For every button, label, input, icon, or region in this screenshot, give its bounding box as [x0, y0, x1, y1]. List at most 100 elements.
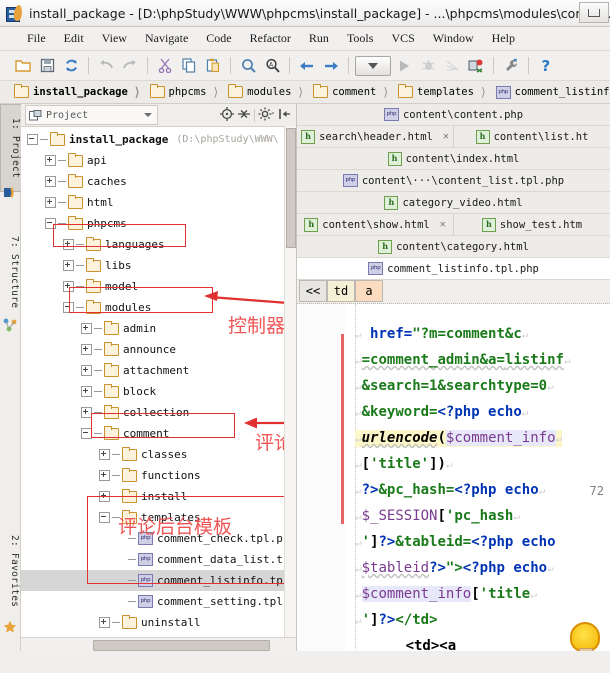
scrollbar-thumb[interactable] — [93, 640, 270, 651]
collapse-toggle-icon[interactable] — [81, 428, 92, 439]
project-vertical-scrollbar[interactable] — [284, 126, 296, 638]
tree-node-api[interactable]: api — [21, 150, 296, 171]
expand-toggle-icon[interactable] — [45, 155, 56, 166]
tree-node-block[interactable]: block — [21, 381, 296, 402]
help-icon[interactable]: ? — [535, 55, 557, 77]
menu-view[interactable]: View — [93, 29, 136, 48]
breadcrumb-comment_listinfo[interactable]: php comment_listinfo.tpl.php — [492, 81, 610, 103]
copy-icon[interactable] — [178, 55, 200, 77]
sidebar-item-favorites[interactable]: 2: Favorites — [0, 519, 20, 623]
editor-tab-row-7[interactable]: h content\category.html — [297, 236, 610, 258]
back-icon[interactable] — [296, 55, 318, 77]
tree-node-uninstall[interactable]: uninstall — [21, 612, 296, 633]
expand-toggle-icon[interactable] — [99, 470, 110, 481]
editor-tab-row-1[interactable]: php content\content.php — [297, 104, 610, 126]
tree-node-comment_setting[interactable]: php comment_setting.tpl — [21, 591, 296, 612]
breadcrumb-chip-td[interactable]: td — [327, 280, 355, 302]
tree-node-caches[interactable]: caches — [21, 171, 296, 192]
collapse-toggle-icon[interactable] — [45, 218, 56, 229]
tree-node-model[interactable]: model — [21, 276, 296, 297]
editor-tab-comment-listinfo[interactable]: php comment_listinfo.tpl.php — [297, 258, 610, 279]
tree-node-functions[interactable]: functions — [21, 465, 296, 486]
editor-tab-content-index[interactable]: h content\index.html — [297, 148, 610, 169]
minimize-button[interactable] — [579, 2, 609, 23]
editor-tab-content-list-tpl[interactable]: php content\···\content_list.tpl.php — [297, 170, 610, 191]
close-icon[interactable]: ✕ — [440, 219, 446, 230]
collapse-toggle-icon[interactable] — [63, 302, 74, 313]
forward-icon[interactable] — [320, 55, 342, 77]
menu-window[interactable]: Window — [424, 29, 483, 48]
breadcrumb-install_package[interactable]: install_package ⟩ — [10, 81, 146, 103]
run-configuration-dropdown[interactable] — [355, 55, 391, 76]
paste-icon[interactable] — [202, 55, 224, 77]
breadcrumb-comment[interactable]: comment ⟩ — [309, 81, 394, 103]
cut-icon[interactable] — [154, 55, 176, 77]
find-replace-icon[interactable]: A — [261, 55, 283, 77]
editor-tab-row-8-active[interactable]: php comment_listinfo.tpl.php — [297, 258, 610, 280]
editor-tab-row-6[interactable]: h content\show.html ✕ h show_test.htm — [297, 214, 610, 236]
tree-node-collection[interactable]: collection — [21, 402, 296, 423]
sync-refresh-icon[interactable] — [60, 55, 82, 77]
locate-target-icon[interactable] — [220, 106, 234, 124]
menu-tools[interactable]: Tools — [338, 29, 383, 48]
menu-run[interactable]: Run — [300, 29, 338, 48]
settings-gear-icon[interactable] — [258, 107, 275, 124]
find-icon[interactable] — [237, 55, 259, 77]
project-horizontal-scrollbar[interactable] — [21, 637, 296, 651]
tree-node-html[interactable]: html — [21, 192, 296, 213]
tree-node-announce[interactable]: announce — [21, 339, 296, 360]
editor-tab-row-4[interactable]: php content\···\content_list.tpl.php — [297, 170, 610, 192]
editor-tab-content-php[interactable]: php content\content.php — [297, 104, 610, 125]
expand-toggle-icon[interactable] — [81, 323, 92, 334]
redo-icon[interactable] — [119, 55, 141, 77]
editor-tab-show-test[interactable]: h show_test.htm — [454, 214, 610, 235]
breadcrumb-chip-a[interactable]: a — [355, 280, 383, 302]
hide-panel-icon[interactable] — [278, 107, 292, 124]
project-file-tree[interactable]: install_package (D:\phpStudy\WWW\ api ca… — [21, 127, 296, 651]
menu-refactor[interactable]: Refactor — [241, 29, 300, 48]
editor-tab-row-5[interactable]: h category_video.html — [297, 192, 610, 214]
tree-node-attachment[interactable]: attachment — [21, 360, 296, 381]
breadcrumb-phpcms[interactable]: phpcms ⟩ — [146, 81, 225, 103]
breadcrumb-templates[interactable]: templates ⟩ — [394, 81, 492, 103]
debug-alt-icon[interactable] — [441, 55, 463, 77]
scrollbar-thumb[interactable] — [286, 128, 296, 248]
editor-tab-row-3[interactable]: h content\index.html — [297, 148, 610, 170]
expand-toggle-icon[interactable] — [81, 365, 92, 376]
menu-file[interactable]: File — [18, 29, 55, 48]
expand-toggle-icon[interactable] — [45, 176, 56, 187]
menu-navigate[interactable]: Navigate — [136, 29, 197, 48]
tree-node-comment_data_list[interactable]: php comment_data_list.t — [21, 549, 296, 570]
editor-tab-content-show[interactable]: h content\show.html ✕ — [297, 214, 453, 235]
expand-toggle-icon[interactable] — [81, 407, 92, 418]
settings-wrench-icon[interactable] — [500, 55, 522, 77]
tree-node-install_package[interactable]: install_package (D:\phpStudy\WWW\ — [21, 129, 296, 150]
tree-node-phpcms[interactable]: phpcms — [21, 213, 296, 234]
menu-code[interactable]: Code — [197, 29, 240, 48]
tree-node-libs[interactable]: libs — [21, 255, 296, 276]
expand-toggle-icon[interactable] — [63, 281, 74, 292]
expand-toggle-icon[interactable] — [99, 617, 110, 628]
menu-edit[interactable]: Edit — [55, 29, 93, 48]
expand-toggle-icon[interactable] — [81, 344, 92, 355]
sidebar-item-structure[interactable]: 7: Structure — [0, 222, 20, 322]
intention-bulb-icon[interactable] — [570, 622, 600, 651]
debug-icon[interactable] — [417, 55, 439, 77]
expand-toggle-icon[interactable] — [99, 449, 110, 460]
editor-tab-search-header[interactable]: h search\header.html ✕ — [297, 126, 453, 147]
code-editor[interactable]: 72 ↵ href="?m=comment&c↵ ↵=comment_admin… — [297, 304, 610, 651]
editor-gutter[interactable] — [297, 304, 346, 651]
chevron-down-icon[interactable] — [144, 113, 152, 117]
expand-toggle-icon[interactable] — [99, 491, 110, 502]
collapse-all-icon[interactable] — [237, 107, 251, 124]
expand-toggle-icon[interactable] — [81, 386, 92, 397]
menu-vcs[interactable]: VCS — [382, 29, 423, 48]
tree-node-install[interactable]: install — [21, 486, 296, 507]
menu-help[interactable]: Help — [483, 29, 524, 48]
open-folder-icon[interactable] — [12, 55, 34, 77]
collapse-toggle-icon[interactable] — [99, 512, 110, 523]
editor-tab-category-video[interactable]: h category_video.html — [297, 192, 610, 213]
editor-tab-content-list[interactable]: h content\list.ht — [454, 126, 610, 147]
tree-node-comment_listinfo[interactable]: php comment_listinfo.tp — [21, 570, 296, 591]
expand-toggle-icon[interactable] — [63, 239, 74, 250]
